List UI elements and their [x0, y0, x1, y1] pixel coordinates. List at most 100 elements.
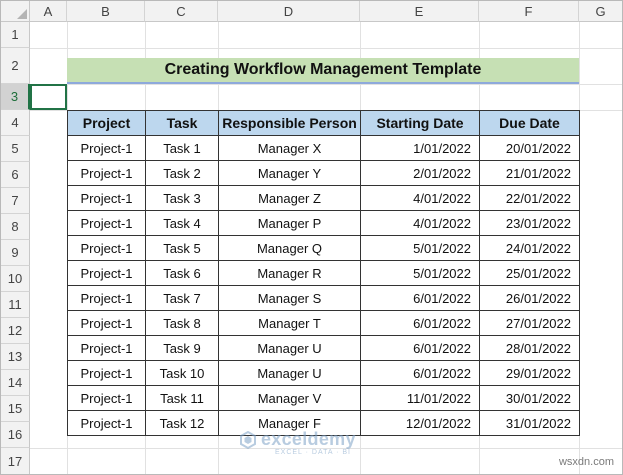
row-header-9[interactable]: 9	[1, 240, 30, 266]
row-header-4[interactable]: 4	[1, 110, 30, 136]
cell-starting-date[interactable]: 1/01/2022	[360, 135, 480, 161]
cell-starting-date[interactable]: 6/01/2022	[360, 335, 480, 361]
select-all-triangle-icon	[17, 9, 27, 19]
cell-project[interactable]: Project-1	[67, 160, 146, 186]
cell-due-date[interactable]: 30/01/2022	[479, 385, 580, 411]
row-header-7[interactable]: 7	[1, 188, 30, 214]
cell-project[interactable]: Project-1	[67, 210, 146, 236]
cell-responsible-person[interactable]: Manager P	[218, 210, 361, 236]
cell-responsible-person[interactable]: Manager Y	[218, 160, 361, 186]
cell-task[interactable]: Task 3	[145, 185, 219, 211]
header-due-date[interactable]: Due Date	[479, 110, 580, 136]
cell-due-date[interactable]: 29/01/2022	[479, 360, 580, 386]
cell-task[interactable]: Task 4	[145, 210, 219, 236]
cell-responsible-person[interactable]: Manager T	[218, 310, 361, 336]
cell-task[interactable]: Task 7	[145, 285, 219, 311]
cell-responsible-person[interactable]: Manager U	[218, 335, 361, 361]
table-row: Project-1 Task 4 Manager P 4/01/2022 23/01/2…	[67, 210, 580, 236]
cell-project[interactable]: Project-1	[67, 185, 146, 211]
sheet-title[interactable]: Creating Workflow Management Template	[67, 58, 579, 84]
cell-task[interactable]: Task 11	[145, 385, 219, 411]
row-header-6[interactable]: 6	[1, 162, 30, 188]
table-row: Project-1 Task 2 Manager Y 2/01/2022 21/01/2…	[67, 160, 580, 186]
header-starting-date[interactable]: Starting Date	[360, 110, 480, 136]
cell-starting-date[interactable]: 5/01/2022	[360, 235, 480, 261]
row-header-17[interactable]: 17	[1, 448, 30, 474]
cell-project[interactable]: Project-1	[67, 135, 146, 161]
cell-task[interactable]: Task 2	[145, 160, 219, 186]
table-row: Project-1 Task 7 Manager S 6/01/2022 26/01/2…	[67, 285, 580, 311]
cell-task[interactable]: Task 6	[145, 260, 219, 286]
select-all-corner[interactable]	[1, 1, 30, 22]
workflow-table: Project Task Responsible Person Starting…	[67, 110, 580, 436]
cell-project[interactable]: Project-1	[67, 385, 146, 411]
header-responsible-person[interactable]: Responsible Person	[218, 110, 361, 136]
column-header-d[interactable]: D	[218, 1, 360, 22]
cell-task[interactable]: Task 1	[145, 135, 219, 161]
cell-task[interactable]: Task 8	[145, 310, 219, 336]
cell-due-date[interactable]: 25/01/2022	[479, 260, 580, 286]
cell-project[interactable]: Project-1	[67, 335, 146, 361]
column-header-a[interactable]: A	[30, 1, 67, 22]
header-task[interactable]: Task	[145, 110, 219, 136]
cell-responsible-person[interactable]: Manager F	[218, 410, 361, 436]
cell-responsible-person[interactable]: Manager V	[218, 385, 361, 411]
cell-due-date[interactable]: 24/01/2022	[479, 235, 580, 261]
row-header-1[interactable]: 1	[1, 22, 30, 48]
cell-due-date[interactable]: 22/01/2022	[479, 185, 580, 211]
cell-task[interactable]: Task 5	[145, 235, 219, 261]
row-header-11[interactable]: 11	[1, 292, 30, 318]
cell-due-date[interactable]: 31/01/2022	[479, 410, 580, 436]
cell-starting-date[interactable]: 4/01/2022	[360, 210, 480, 236]
row-header-8[interactable]: 8	[1, 214, 30, 240]
cell-starting-date[interactable]: 4/01/2022	[360, 185, 480, 211]
cell-starting-date[interactable]: 12/01/2022	[360, 410, 480, 436]
row-header-3[interactable]: 3	[1, 84, 30, 110]
cell-project[interactable]: Project-1	[67, 360, 146, 386]
row-header-13[interactable]: 13	[1, 344, 30, 370]
cell-responsible-person[interactable]: Manager Z	[218, 185, 361, 211]
cell-responsible-person[interactable]: Manager Q	[218, 235, 361, 261]
cell-project[interactable]: Project-1	[67, 260, 146, 286]
cell-due-date[interactable]: 21/01/2022	[479, 160, 580, 186]
selected-cell-a3[interactable]	[30, 84, 67, 110]
cell-project[interactable]: Project-1	[67, 410, 146, 436]
row-header-5[interactable]: 5	[1, 136, 30, 162]
row-header-12[interactable]: 12	[1, 318, 30, 344]
row-header-15[interactable]: 15	[1, 396, 30, 422]
row-header-16[interactable]: 16	[1, 422, 30, 448]
cell-starting-date[interactable]: 6/01/2022	[360, 310, 480, 336]
cell-responsible-person[interactable]: Manager X	[218, 135, 361, 161]
cell-starting-date[interactable]: 5/01/2022	[360, 260, 480, 286]
column-header-g[interactable]: G	[579, 1, 622, 22]
cell-due-date[interactable]: 26/01/2022	[479, 285, 580, 311]
cell-due-date[interactable]: 23/01/2022	[479, 210, 580, 236]
table-row: Project-1 Task 8 Manager T 6/01/2022 27/01/2…	[67, 310, 580, 336]
cell-starting-date[interactable]: 2/01/2022	[360, 160, 480, 186]
column-header-f[interactable]: F	[479, 1, 579, 22]
cell-task[interactable]: Task 9	[145, 335, 219, 361]
table-header-row: Project Task Responsible Person Starting…	[67, 110, 580, 136]
cell-responsible-person[interactable]: Manager U	[218, 360, 361, 386]
cell-project[interactable]: Project-1	[67, 310, 146, 336]
cell-project[interactable]: Project-1	[67, 285, 146, 311]
column-header-b[interactable]: B	[67, 1, 145, 22]
cell-due-date[interactable]: 20/01/2022	[479, 135, 580, 161]
row-header-2[interactable]: 2	[1, 48, 30, 84]
column-header-e[interactable]: E	[360, 1, 479, 22]
row-header-14[interactable]: 14	[1, 370, 30, 396]
cell-due-date[interactable]: 27/01/2022	[479, 310, 580, 336]
cell-starting-date[interactable]: 11/01/2022	[360, 385, 480, 411]
cell-task[interactable]: Task 12	[145, 410, 219, 436]
cell-project[interactable]: Project-1	[67, 235, 146, 261]
cell-due-date[interactable]: 28/01/2022	[479, 335, 580, 361]
table-row: Project-1 Task 10 Manager U 6/01/2022 29/01/…	[67, 360, 580, 386]
row-header-10[interactable]: 10	[1, 266, 30, 292]
cell-starting-date[interactable]: 6/01/2022	[360, 285, 480, 311]
cell-responsible-person[interactable]: Manager R	[218, 260, 361, 286]
cell-task[interactable]: Task 10	[145, 360, 219, 386]
column-header-c[interactable]: C	[145, 1, 218, 22]
header-project[interactable]: Project	[67, 110, 146, 136]
cell-starting-date[interactable]: 6/01/2022	[360, 360, 480, 386]
cell-responsible-person[interactable]: Manager S	[218, 285, 361, 311]
